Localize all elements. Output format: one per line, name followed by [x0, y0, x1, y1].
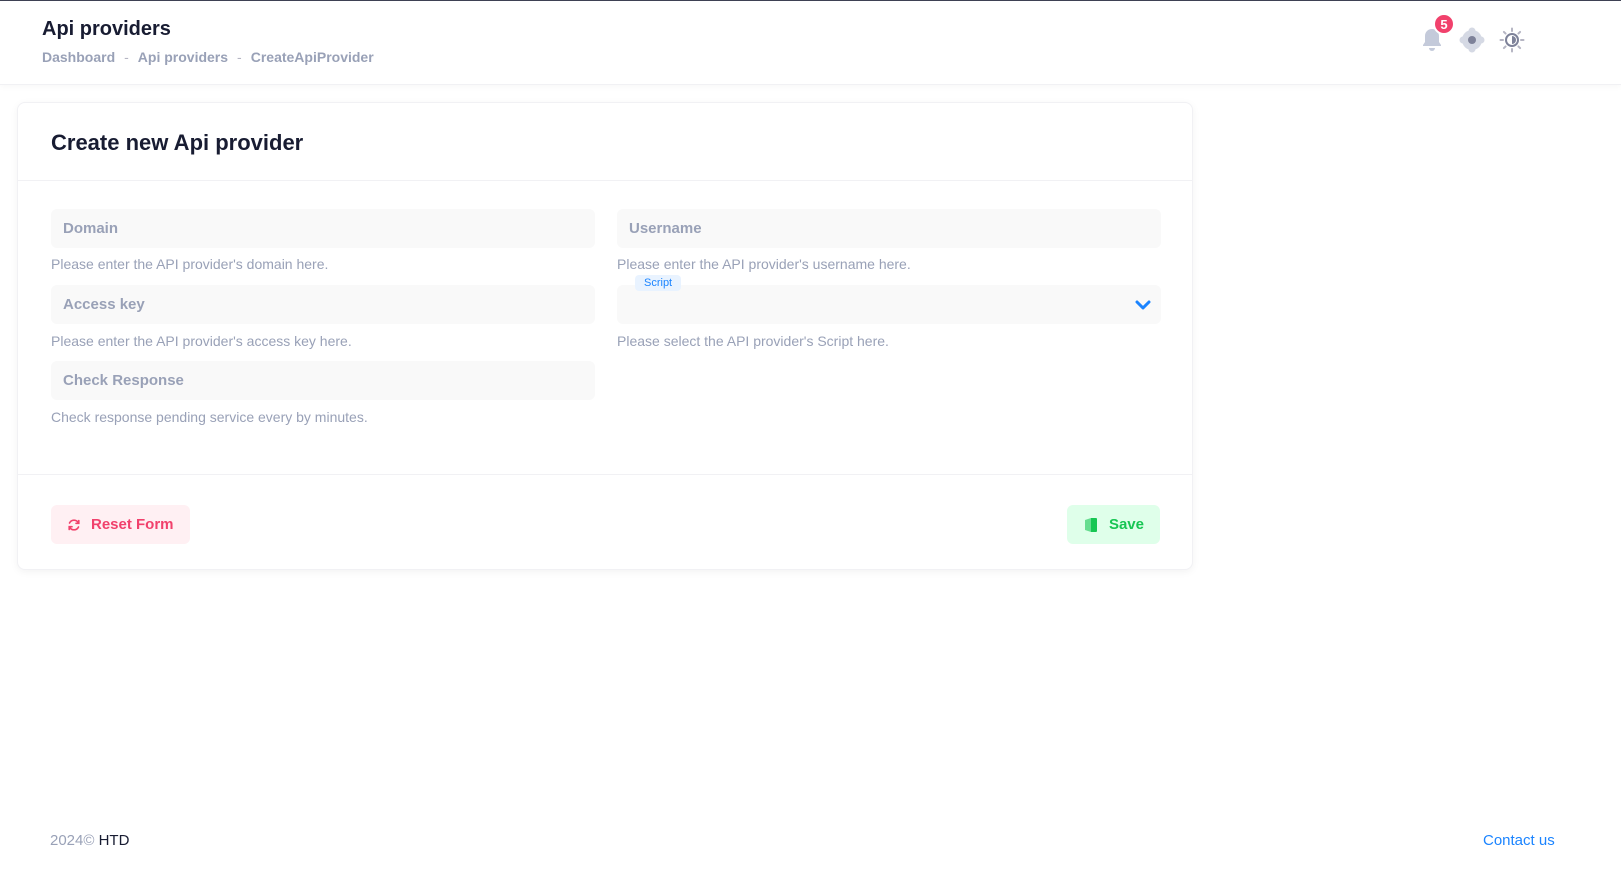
- reset-form-label: Reset Form: [91, 516, 174, 533]
- copyright-brand[interactable]: HTD: [99, 832, 130, 849]
- reset-form-button[interactable]: Reset Form: [51, 505, 190, 544]
- theme-sun-icon: [1499, 27, 1525, 53]
- breadcrumb-api-providers[interactable]: Api providers: [138, 49, 228, 65]
- save-button[interactable]: Save: [1066, 505, 1160, 544]
- header-actions: 5: [1419, 13, 1525, 53]
- notifications-button[interactable]: 5: [1419, 13, 1455, 53]
- settings-icon: [1459, 27, 1485, 53]
- page-title: Api providers: [42, 18, 171, 40]
- domain-input[interactable]: [51, 209, 595, 248]
- save-icon: [1084, 517, 1097, 532]
- breadcrumb-create-api-provider: CreateApiProvider: [250, 49, 374, 65]
- check-response-input[interactable]: [51, 361, 595, 400]
- username-hint: Please enter the API provider's username…: [617, 256, 911, 272]
- check-response-hint: Check response pending service every by …: [51, 409, 368, 425]
- app-header: Api providers Dashboard - Api providers …: [0, 1, 1621, 85]
- chevron-down-icon: [1135, 300, 1151, 310]
- script-select[interactable]: [617, 285, 1161, 324]
- breadcrumb-separator: -: [124, 49, 129, 65]
- script-select-label: Script: [635, 275, 682, 291]
- card-body: Please enter the API provider's domain h…: [18, 181, 1192, 475]
- access-key-input[interactable]: [51, 285, 595, 324]
- breadcrumb: Dashboard - Api providers - CreateApiPro…: [42, 49, 374, 65]
- breadcrumb-dashboard[interactable]: Dashboard: [42, 49, 115, 65]
- notification-badge: 5: [1433, 13, 1455, 35]
- domain-hint: Please enter the API provider's domain h…: [51, 256, 329, 272]
- settings-button[interactable]: [1459, 27, 1485, 53]
- card-header: Create new Api provider: [18, 103, 1192, 181]
- card-footer: Reset Form Save: [18, 475, 1192, 570]
- script-hint: Please select the API provider's Script …: [617, 333, 889, 349]
- save-label: Save: [1108, 516, 1144, 533]
- refresh-icon: [68, 518, 80, 531]
- contact-us-link[interactable]: Contact us: [1483, 832, 1555, 849]
- create-provider-card: Create new Api provider Please enter the…: [17, 102, 1193, 570]
- username-input[interactable]: [617, 209, 1161, 248]
- access-key-hint: Please enter the API provider's access k…: [51, 333, 352, 349]
- card-title: Create new Api provider: [51, 130, 304, 155]
- copyright: 2024© HTD: [50, 832, 129, 849]
- theme-toggle-button[interactable]: [1499, 27, 1525, 53]
- breadcrumb-separator: -: [237, 49, 242, 65]
- copyright-year: 2024©: [50, 832, 95, 849]
